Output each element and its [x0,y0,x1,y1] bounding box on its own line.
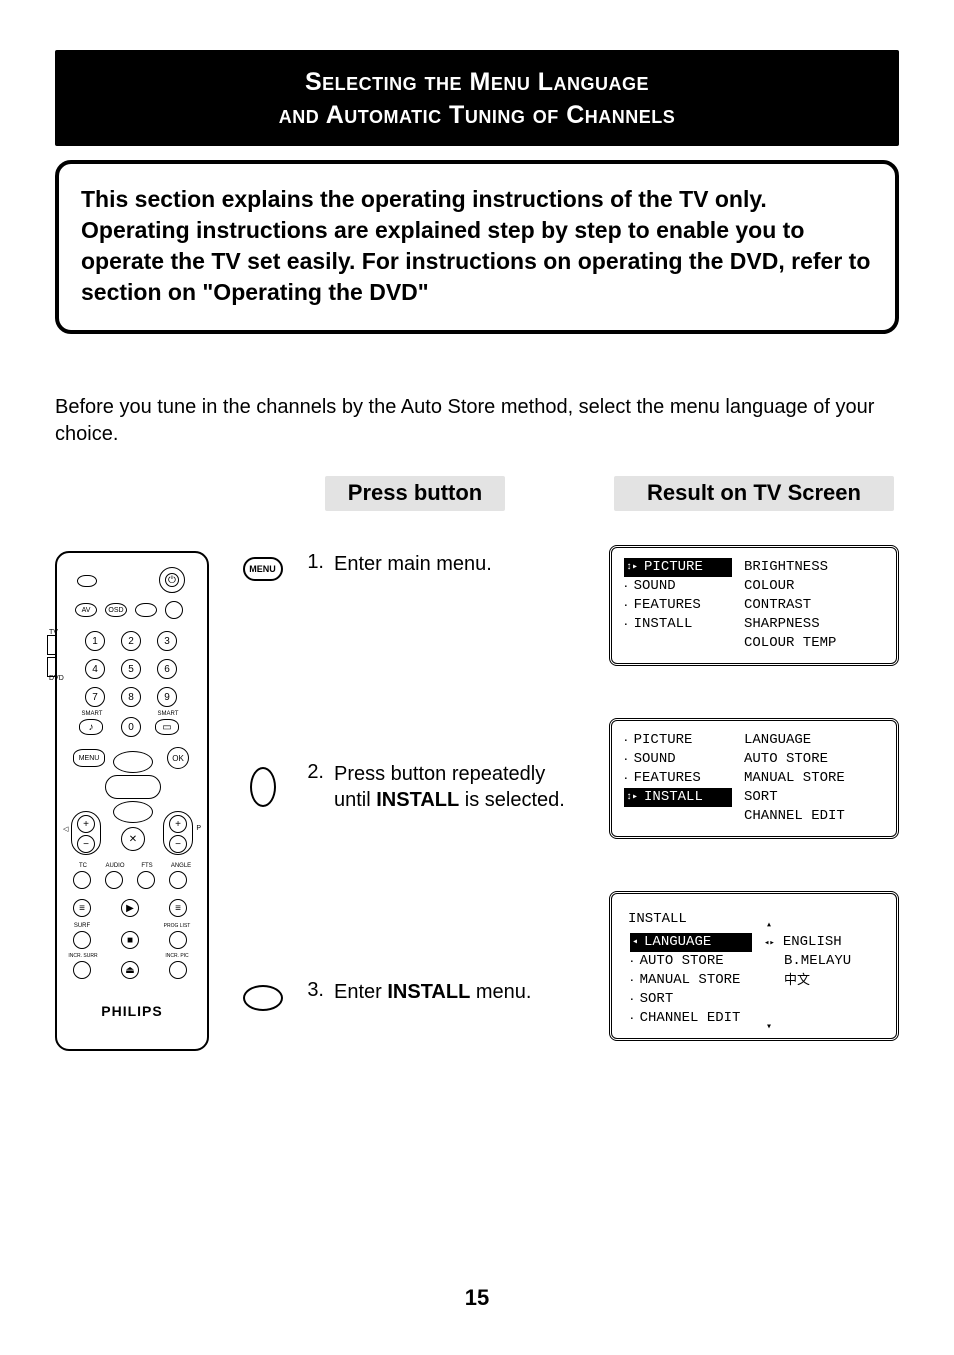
num-2: 2 [121,631,141,651]
num-4: 4 [85,659,105,679]
page-title-bar: Selecting the Menu Language and Automati… [55,50,899,146]
num-0: 0 [121,717,141,737]
osd-panel-1: ↕▸PICTURE ▪SOUND ▪FEATURES ▪INSTALL BRIG… [609,545,899,666]
remote-smart-right: ▭ [155,719,179,735]
remote-small-btn [169,931,187,949]
osd-panel-2: ▪PICTURE ▪SOUND ▪FEATURES ↕▸INSTALL LANG… [609,718,899,839]
remote-small-btn [105,871,123,889]
side-label-dvd: DVD [49,675,64,682]
num-3: 3 [157,631,177,651]
remote-small-btn [73,961,91,979]
remote-btn-osd: OSD [105,603,127,617]
remote-small-btn [169,871,187,889]
remote-btn-small-4 [165,601,183,619]
dpad-down-icon [113,801,153,823]
step-text: Enter INSTALL menu. [334,979,531,1005]
step-number: 3. [300,979,334,1005]
steps-column: 1. Enter main menu. 2. Press button repe… [300,551,599,1135]
remote-column: TV DVD ⏻ AV OSD 1 2 3 4 5 [55,551,225,1135]
remote-small-btn [73,931,91,949]
remote-btn-top-left [77,575,97,587]
num-5: 5 [121,659,141,679]
step-number: 1. [300,551,334,577]
title-line-2: and Automatic Tuning of Channels [65,101,889,130]
remote-small-btn [137,871,155,889]
remote-small-btn [169,961,187,979]
num-9: 9 [157,687,177,707]
remote-small-btn: ▶ [121,899,139,917]
osd-install-title: INSTALL [628,910,884,929]
osd-panel-3: INSTALL ◂LANGUAGE ▪AUTO STORE ▪MANUAL ST… [609,891,899,1041]
down-arrow-icon [250,767,276,807]
num-7: 7 [85,687,105,707]
before-text: Before you tune in the channels by the A… [55,394,899,448]
header-press-button: Press button [325,476,505,511]
step-text: Press button repeatedly until INSTALL is… [334,761,579,813]
intro-box: This section explains the operating inst… [55,160,899,334]
remote-menu-btn: MENU [73,749,105,767]
column-headers: Press button Result on TV Screen [55,476,899,511]
header-result: Result on TV Screen [614,476,894,511]
step-3: 3. Enter INSTALL menu. [300,979,579,1005]
manual-page: Selecting the Menu Language and Automati… [0,0,954,1355]
menu-button-icon: MENU [243,557,283,581]
screens-column: ↕▸PICTURE ▪SOUND ▪FEATURES ▪INSTALL BRIG… [609,551,899,1135]
step-2: 2. Press button repeatedly until INSTALL… [300,761,579,813]
smart-left-label: SMART [77,711,107,717]
remote-btn-av: AV [75,603,97,617]
button-icon-column: MENU [235,551,290,1135]
remote-small-btn [73,871,91,889]
remote-small-btn: ≡ [73,899,91,917]
dpad-up-icon [113,751,153,773]
title-line-1: Selecting the Menu Language [65,68,889,97]
remote-brand: PHILIPS [57,1003,207,1019]
remote-small-btn: ⏏ [121,961,139,979]
num-8: 8 [121,687,141,707]
remote-illustration: TV DVD ⏻ AV OSD 1 2 3 4 5 [55,551,209,1051]
dpad-mid-icon [105,775,161,799]
page-number: 15 [0,1285,954,1311]
remote-smart-left: ♪ [79,719,103,735]
power-icon: ⏻ [159,567,185,593]
mute-icon: ✕ [121,827,145,851]
step-1: 1. Enter main menu. [300,551,579,577]
instruction-body: TV DVD ⏻ AV OSD 1 2 3 4 5 [55,551,899,1135]
remote-ok-btn: OK [167,747,189,769]
remote-small-btn: ■ [121,931,139,949]
right-arrow-icon [243,985,283,1011]
step-number: 2. [300,761,334,813]
num-1: 1 [85,631,105,651]
num-6: 6 [157,659,177,679]
smart-right-label: SMART [153,711,183,717]
remote-btn-small-3 [135,603,157,617]
remote-small-btn: ≡ [169,899,187,917]
step-text: Enter main menu. [334,551,492,577]
